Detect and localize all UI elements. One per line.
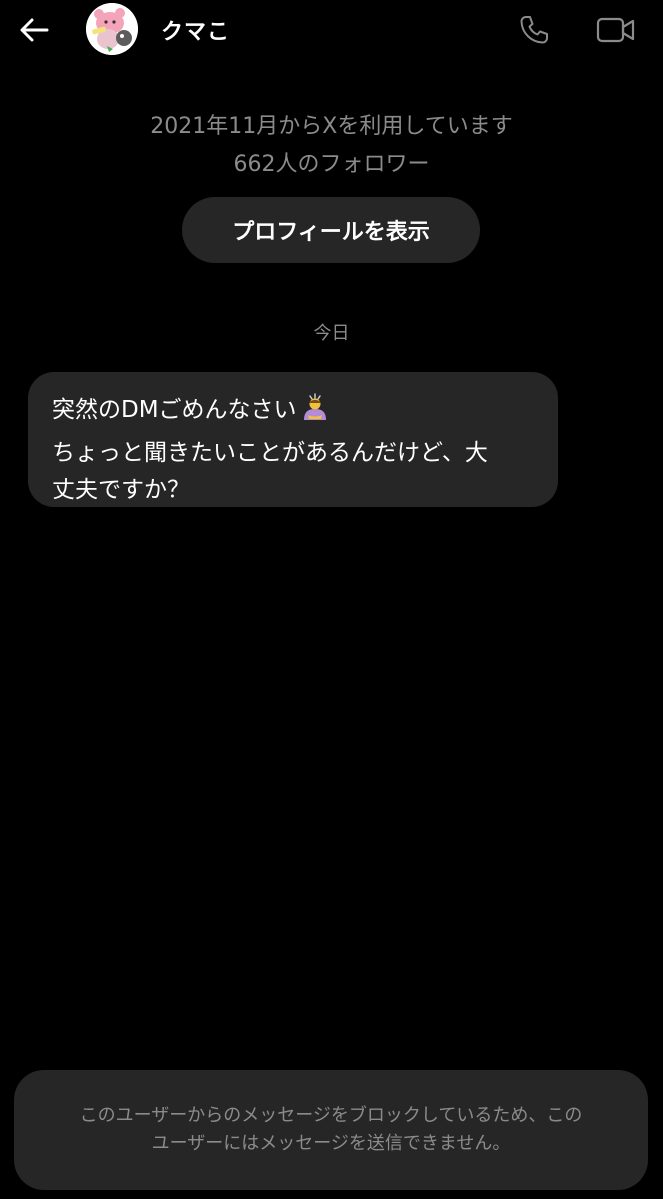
avatar[interactable] (86, 3, 138, 55)
joined-date-text: 2021年11月からXを利用しています (150, 114, 513, 139)
message-line: 丈夫ですか？ (52, 477, 190, 503)
message-text: 突然のDMごめんなさい (52, 397, 297, 423)
blocked-notice: このユーザーからのメッセージをブロックしているため、この ユーザーにはメッセージ… (14, 1070, 648, 1190)
back-button[interactable] (14, 12, 54, 48)
profile-avatar-image (86, 3, 138, 55)
date-separator: 今日 (313, 323, 350, 344)
received-message-bubble[interactable]: 突然のDMごめんなさい ちょっと聞きたいことがあるんだけど、大 丈夫ですか？ (28, 372, 558, 507)
chat-header: クマこ (0, 0, 663, 60)
person-bowing-emoji-icon (299, 391, 331, 435)
blocked-notice-line: このユーザーからのメッセージをブロックしているため、この (79, 1105, 583, 1126)
message-line: 突然のDMごめんなさい (52, 391, 538, 435)
arrow-left-icon (20, 18, 49, 42)
voice-call-button[interactable] (515, 12, 553, 48)
follower-count-text: 662人のフォロワー (233, 152, 430, 177)
phone-icon (520, 16, 548, 44)
view-profile-button[interactable]: プロフィールを表示 (182, 197, 480, 263)
blocked-notice-line: ユーザーにはメッセージを送信できません。 (151, 1133, 511, 1154)
video-call-button[interactable] (594, 12, 638, 48)
video-camera-icon (596, 17, 635, 43)
message-line: ちょっと聞きたいことがあるんだけど、大 (52, 440, 488, 466)
username[interactable]: クマこ (161, 14, 230, 46)
